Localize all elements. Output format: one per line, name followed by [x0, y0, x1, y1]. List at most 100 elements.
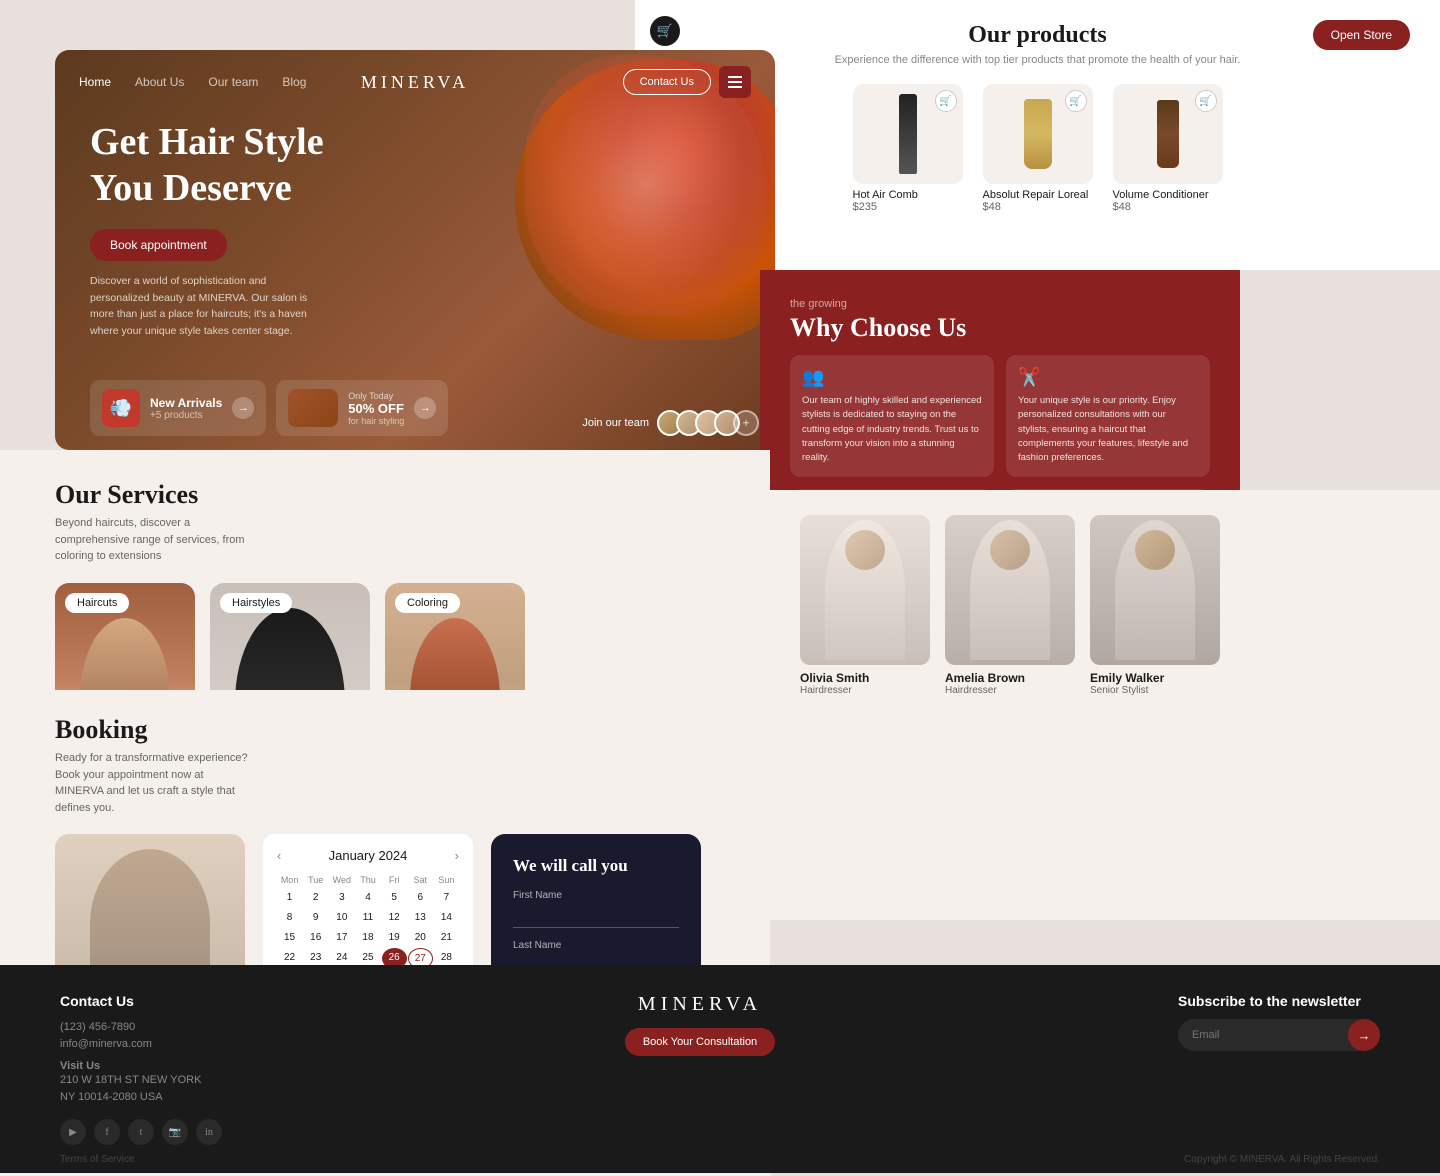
nav-right: Contact Us — [623, 66, 751, 98]
cal-6[interactable]: 6 — [408, 888, 433, 907]
choose-item-1: 👥 Our team of highly skilled and experie… — [790, 355, 994, 477]
subscribe-input[interactable] — [1178, 1019, 1348, 1051]
calendar-month: January 2024 — [329, 848, 408, 863]
choose-text-1: Our team of highly skilled and experienc… — [802, 394, 982, 465]
cal-17[interactable]: 17 — [329, 928, 354, 947]
footer-subscribe: Subscribe to the newsletter → — [1178, 993, 1380, 1051]
footer-phone: (123) 456-7890 — [60, 1017, 222, 1038]
product-cart-btn-1[interactable]: 🛒 — [935, 90, 957, 112]
arrivals-text: New Arrivals +5 products — [150, 396, 222, 421]
footer-copyright: Copyright © MINERVA. All Rights Reserved… — [1184, 1154, 1380, 1165]
services-title: Our Services — [55, 480, 715, 510]
subscribe-row: → — [1178, 1019, 1380, 1051]
cal-2[interactable]: 2 — [303, 888, 328, 907]
cal-20[interactable]: 20 — [408, 928, 433, 947]
footer-book-button[interactable]: Book Your Consultation — [625, 1028, 775, 1056]
join-plus-btn[interactable]: + — [733, 410, 759, 436]
footer-address: 210 W 18TH ST NEW YORK NY 10014-2080 USA — [60, 1072, 210, 1107]
cal-day-sun: Sun — [434, 873, 459, 887]
arrivals-sub: +5 products — [150, 410, 222, 421]
team-silhouette-1 — [825, 520, 905, 660]
firstname-input[interactable] — [513, 905, 679, 928]
cart-icon[interactable]: 🛒 — [650, 16, 680, 46]
footer-tos: Terms of Service — [60, 1154, 134, 1165]
cal-21[interactable]: 21 — [434, 928, 459, 947]
subscribe-button[interactable]: → — [1348, 1019, 1380, 1051]
social-youtube[interactable]: ▶ — [60, 1119, 86, 1145]
team-member-3: Emily Walker Senior Stylist — [1090, 515, 1220, 696]
booking-title: Booking — [55, 715, 715, 745]
cal-9[interactable]: 9 — [303, 908, 328, 927]
cal-10[interactable]: 10 — [329, 908, 354, 927]
choose-icon-2: ✂️ — [1018, 367, 1198, 388]
hero-book-button[interactable]: Book appointment — [90, 229, 227, 261]
nav-home[interactable]: Home — [79, 75, 111, 89]
social-instagram[interactable]: 📷 — [162, 1119, 188, 1145]
cal-prev[interactable]: ‹ — [277, 848, 281, 863]
cal-day-tue: Tue — [303, 873, 328, 887]
social-linkedin[interactable]: in — [196, 1119, 222, 1145]
booking-subtitle: Ready for a transformative experience? B… — [55, 750, 255, 816]
team-role-2: Hairdresser — [945, 685, 1075, 696]
footer-subscribe-title: Subscribe to the newsletter — [1178, 993, 1380, 1009]
social-twitter[interactable]: t — [128, 1119, 154, 1145]
cal-4[interactable]: 4 — [355, 888, 380, 907]
offer-discount: 50% OFF — [348, 401, 404, 416]
product-price-2: $48 — [983, 201, 1093, 213]
nav-about[interactable]: About Us — [135, 75, 184, 89]
arrivals-label: New Arrivals — [150, 396, 222, 410]
cal-13[interactable]: 13 — [408, 908, 433, 927]
offer-text: Only Today 50% OFF for hair styling — [348, 391, 404, 426]
nav-blog[interactable]: Blog — [282, 75, 306, 89]
cal-8[interactable]: 8 — [277, 908, 302, 927]
social-facebook[interactable]: f — [94, 1119, 120, 1145]
team-role-1: Hairdresser — [800, 685, 930, 696]
form-firstname: First Name — [513, 890, 679, 928]
hero-nav: Home About Us Our team Blog MINERVA Cont… — [55, 50, 775, 114]
product-card-1: 🛒 Hot Air Comb $235 — [853, 84, 963, 213]
cal-7[interactable]: 7 — [434, 888, 459, 907]
team-head-3 — [1135, 530, 1175, 570]
team-member-2: Amelia Brown Hairdresser — [945, 515, 1075, 696]
cal-16[interactable]: 16 — [303, 928, 328, 947]
hero-description: Discover a world of sophistication and p… — [90, 273, 310, 340]
product-card-2: 🛒 Absolut Repair Loreal $48 — [983, 84, 1093, 213]
team-name-1: Olivia Smith — [800, 671, 930, 685]
cal-3[interactable]: 3 — [329, 888, 354, 907]
open-store-button[interactable]: Open Store — [1313, 20, 1410, 50]
cal-5[interactable]: 5 — [382, 888, 407, 907]
hero-content: Get Hair Style You Deserve Book appointm… — [90, 120, 350, 261]
arrivals-arrow[interactable]: → — [232, 397, 254, 419]
calendar-header: ‹ January 2024 › — [277, 848, 459, 863]
contact-button[interactable]: Contact Us — [623, 69, 711, 95]
nav-team[interactable]: Our team — [208, 75, 258, 89]
services-subtitle: Beyond haircuts, discover a comprehensiv… — [55, 515, 255, 565]
product-cart-btn-3[interactable]: 🛒 — [1195, 90, 1217, 112]
cal-day-sat: Sat — [408, 873, 433, 887]
product-cart-btn-2[interactable]: 🛒 — [1065, 90, 1087, 112]
calendar-grid[interactable]: Mon Tue Wed Thu Fri Sat Sun 1 2 3 4 5 6 … — [277, 873, 459, 969]
menu-button[interactable] — [719, 66, 751, 98]
service-label-haircuts: Haircuts — [65, 593, 129, 613]
cal-day-thu: Thu — [355, 873, 380, 887]
team-photo-1 — [800, 515, 930, 665]
menu-line-2 — [728, 81, 742, 83]
choose-location: the growing — [790, 298, 1210, 310]
footer-socials: ▶ f t 📷 in — [60, 1119, 222, 1145]
cal-18[interactable]: 18 — [355, 928, 380, 947]
hero-section: Home About Us Our team Blog MINERVA Cont… — [55, 50, 775, 450]
cal-1[interactable]: 1 — [277, 888, 302, 907]
choose-us-title: Why Choose Us — [790, 313, 1210, 343]
cal-15[interactable]: 15 — [277, 928, 302, 947]
offer-arrow[interactable]: → — [414, 397, 436, 419]
choose-text-2: Your unique style is our priority. Enjoy… — [1018, 394, 1198, 465]
product-name-3: Volume Conditioner — [1113, 189, 1223, 201]
cal-14[interactable]: 14 — [434, 908, 459, 927]
cal-19[interactable]: 19 — [382, 928, 407, 947]
cal-12[interactable]: 12 — [382, 908, 407, 927]
team-name-3: Emily Walker — [1090, 671, 1220, 685]
nav-links: Home About Us Our team Blog — [79, 75, 306, 89]
cal-next[interactable]: › — [455, 848, 459, 863]
new-arrivals-card: 💨 New Arrivals +5 products → — [90, 380, 266, 436]
cal-11[interactable]: 11 — [355, 908, 380, 927]
